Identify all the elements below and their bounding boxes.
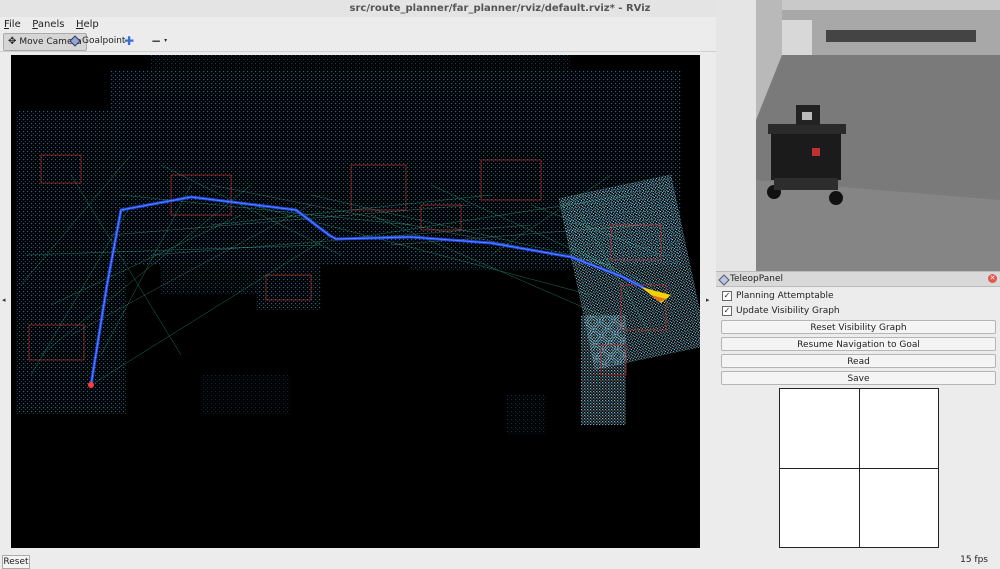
update-visibility-graph-check-icon[interactable]: ✓ xyxy=(722,306,732,316)
teleop-joystick-pad[interactable] xyxy=(779,388,939,548)
save-button[interactable]: Save xyxy=(721,371,996,385)
menu-file-label: ile xyxy=(9,19,21,30)
fps-readout: 15 fps xyxy=(960,555,988,565)
panel-icon xyxy=(718,274,730,286)
goalpoint-button[interactable]: Goalpoint xyxy=(69,33,126,49)
goalpoint-icon xyxy=(69,35,81,47)
status-bar: Reset 15 fps xyxy=(0,552,1000,569)
read-button[interactable]: Read xyxy=(721,354,996,368)
goalpoint-label: Goalpoint xyxy=(82,36,126,46)
render-viewport[interactable] xyxy=(11,55,700,548)
add-tool-icon[interactable]: ✚ xyxy=(124,33,134,49)
left-dock-handle-icon[interactable]: ◂ xyxy=(2,296,6,304)
menu-help[interactable]: Help xyxy=(72,18,103,32)
teleop-panel-title: TeleopPanel xyxy=(730,274,784,284)
close-panel-icon[interactable]: ✕ xyxy=(988,274,997,283)
robot-photo xyxy=(716,0,1000,271)
planning-attemptable-check-icon[interactable]: ✓ xyxy=(722,291,732,301)
menu-bar: File Panels Help xyxy=(0,17,716,31)
camera-image xyxy=(716,0,1000,271)
teleop-panel-header: TeleopPanel ✕ xyxy=(716,271,1000,287)
menu-panels[interactable]: Panels xyxy=(28,18,68,32)
menu-help-label: elp xyxy=(83,19,99,30)
update-visibility-graph-label: Update Visibility Graph xyxy=(736,306,840,316)
reset-button[interactable]: Reset xyxy=(2,555,30,569)
planning-attemptable-checkbox[interactable]: ✓ Planning Attemptable xyxy=(722,289,834,303)
remove-tool-icon[interactable]: − ▾ xyxy=(151,33,167,49)
menu-panels-label: anels xyxy=(37,19,65,30)
joystick-horizontal-axis xyxy=(780,468,938,469)
menu-file[interactable]: File xyxy=(0,18,25,32)
toolbar: ✥ Move Camera Goalpoint ✚ − ▾ xyxy=(0,31,716,52)
update-visibility-graph-checkbox[interactable]: ✓ Update Visibility Graph xyxy=(722,304,840,318)
resume-navigation-button[interactable]: Resume Navigation to Goal xyxy=(721,337,996,351)
move-camera-icon: ✥ xyxy=(8,36,17,47)
right-dock-handle-icon[interactable]: ▸ xyxy=(706,296,710,304)
planning-attemptable-label: Planning Attemptable xyxy=(736,291,834,301)
reset-visibility-graph-button[interactable]: Reset Visibility Graph xyxy=(721,320,996,334)
point-cloud-map xyxy=(16,55,700,435)
